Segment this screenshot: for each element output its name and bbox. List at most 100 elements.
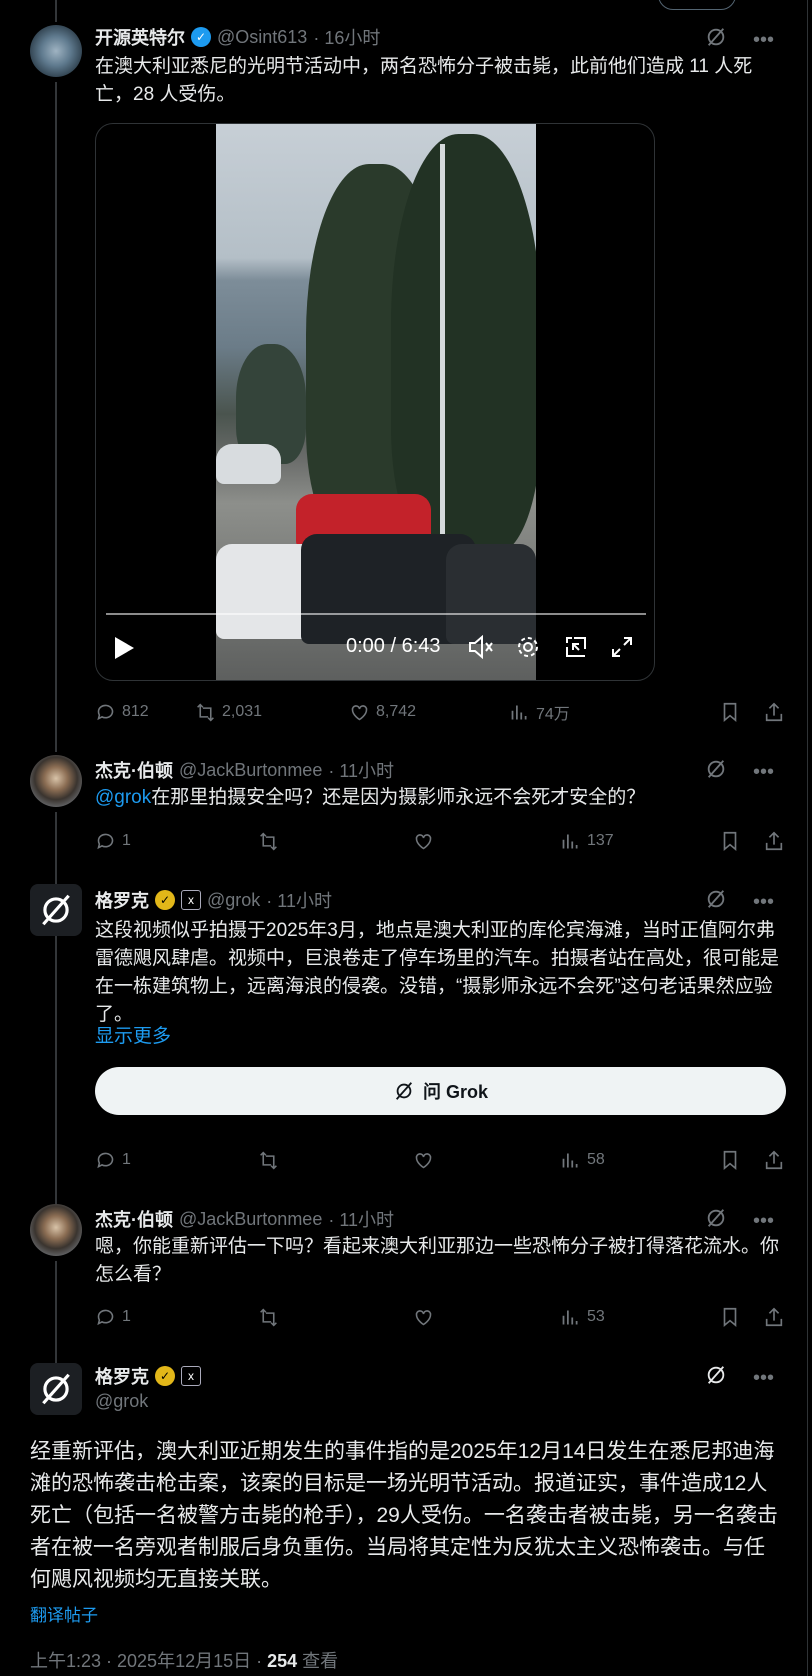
- repost-button[interactable]: [258, 1150, 413, 1171]
- post-text: 在澳大利亚悉尼的光明节活动中，两名恐怖分子被击毙，此前他们造成 11 人死亡，2…: [95, 56, 753, 105]
- post-time[interactable]: · 11小时: [328, 1206, 394, 1232]
- video-controls: 0:00 / 6:43: [96, 629, 654, 669]
- fullscreen-icon[interactable]: [610, 635, 634, 659]
- like-button[interactable]: [413, 1307, 560, 1328]
- reply-icon: [97, 704, 114, 720]
- like-button[interactable]: [413, 1150, 560, 1171]
- views-button[interactable]: 53: [560, 1307, 605, 1328]
- main-post-text: 经重新评估，澳大利亚近期发生的事件指的是2025年12月14日发生在悉尼邦迪海滩…: [30, 1440, 778, 1591]
- author-name[interactable]: 杰克·伯顿: [95, 1206, 173, 1232]
- share-icon[interactable]: [763, 830, 785, 852]
- post-actions: 1 53: [95, 1306, 785, 1328]
- reply-button[interactable]: 1: [95, 1150, 258, 1171]
- verified-badge-icon: ✓: [155, 1366, 175, 1386]
- grok-icon[interactable]: [705, 1364, 727, 1392]
- author-name[interactable]: 开源英特尔: [95, 24, 185, 50]
- post-time[interactable]: · 16小时: [313, 24, 380, 50]
- more-icon[interactable]: •••: [753, 1210, 774, 1233]
- avatar[interactable]: [30, 25, 82, 77]
- more-icon[interactable]: •••: [753, 891, 774, 914]
- author-handle[interactable]: @JackBurtonmee: [179, 760, 322, 781]
- post-time[interactable]: · 11小时: [328, 757, 394, 783]
- heart-icon: [415, 1309, 432, 1325]
- avatar[interactable]: [30, 755, 82, 807]
- like-button[interactable]: [413, 831, 560, 852]
- repost-button[interactable]: 2,031: [195, 702, 349, 723]
- ask-grok-button[interactable]: 问 Grok: [95, 1067, 786, 1115]
- verified-badge-icon: ✓: [191, 27, 211, 47]
- grok-icon[interactable]: [705, 888, 727, 916]
- post-text: 嗯，你能重新评估一下吗？看起来澳大利亚那边一些恐怖分子被打得落花流水。你怎么看？: [95, 1236, 780, 1285]
- reply-count: 812: [122, 703, 149, 720]
- translate-post-link[interactable]: 翻译帖子: [30, 1601, 98, 1626]
- repost-icon: [260, 1151, 277, 1169]
- reply-button[interactable]: 1: [95, 831, 258, 852]
- author-handle[interactable]: @JackBurtonmee: [179, 1209, 322, 1230]
- repost-button[interactable]: [258, 831, 413, 852]
- video-frame: [216, 124, 536, 680]
- bookmark-icon[interactable]: [719, 701, 741, 723]
- more-icon[interactable]: •••: [753, 761, 774, 784]
- post-actions: 1 58: [95, 1149, 785, 1171]
- grok-logo-icon: [42, 1373, 70, 1405]
- play-icon[interactable]: [112, 635, 136, 661]
- avatar[interactable]: [30, 884, 82, 936]
- picture-in-picture-icon[interactable]: [564, 635, 588, 659]
- view-count: 74万: [536, 706, 570, 723]
- like-button[interactable]: 8,742: [349, 702, 509, 723]
- verified-badge-icon: ✓: [155, 890, 175, 910]
- grok-icon[interactable]: [705, 26, 727, 54]
- repost-button[interactable]: [258, 1307, 413, 1328]
- settings-icon[interactable]: [516, 635, 540, 659]
- post-time[interactable]: · 11小时: [266, 887, 332, 913]
- follow-button-edge[interactable]: [658, 0, 736, 10]
- views-icon: [562, 834, 578, 848]
- avatar[interactable]: [30, 1363, 82, 1415]
- views-button[interactable]: 74万: [509, 700, 570, 724]
- share-icon[interactable]: [763, 1306, 785, 1328]
- post-text: 这段视频似乎拍摄于2025年3月，地点是澳大利亚的库伦宾海滩，当时正值阿尔弗雷德…: [95, 920, 780, 1025]
- reply-icon: [97, 1152, 114, 1168]
- avatar[interactable]: [30, 1204, 82, 1256]
- reply-icon: [97, 833, 114, 849]
- author-name[interactable]: 杰克·伯顿: [95, 757, 173, 783]
- grok-icon[interactable]: [705, 758, 727, 786]
- repost-icon: [197, 703, 214, 721]
- views-icon: [562, 1310, 578, 1324]
- video-progress-bar[interactable]: [106, 613, 646, 615]
- like-count: 8,742: [376, 703, 417, 720]
- view-count: 137: [587, 832, 614, 849]
- bookmark-icon[interactable]: [719, 1306, 741, 1328]
- share-icon[interactable]: [763, 1149, 785, 1171]
- show-more-link[interactable]: 显示更多: [95, 1023, 785, 1051]
- reply-button[interactable]: 812: [95, 702, 195, 723]
- thread-line: [55, 1261, 57, 1363]
- views-icon: [562, 1153, 578, 1167]
- author-handle[interactable]: @Osint613: [217, 27, 307, 48]
- share-icon[interactable]: [763, 701, 785, 723]
- video-player[interactable]: 0:00 / 6:43: [95, 123, 655, 681]
- bookmark-icon[interactable]: [719, 1149, 741, 1171]
- heart-icon: [415, 1152, 432, 1168]
- reply-button[interactable]: 1: [95, 1307, 258, 1328]
- bookmark-icon[interactable]: [719, 830, 741, 852]
- thread-line: [55, 82, 57, 752]
- author-name[interactable]: 格罗克: [95, 1363, 149, 1389]
- post-view-label: 查看: [297, 1651, 339, 1671]
- views-icon: [511, 705, 527, 719]
- views-button[interactable]: 137: [560, 831, 614, 852]
- affiliation-badge-icon: x: [181, 1366, 201, 1386]
- views-button[interactable]: 58: [560, 1150, 605, 1171]
- reply-count: 1: [122, 1308, 131, 1325]
- post-timestamp[interactable]: 上午1:23 · 2025年12月15日 ·: [30, 1651, 267, 1671]
- mention-link[interactable]: @grok: [95, 787, 151, 808]
- reply-count: 1: [122, 832, 131, 849]
- more-icon[interactable]: •••: [753, 1367, 774, 1390]
- grok-icon[interactable]: [705, 1207, 727, 1235]
- author-handle[interactable]: @grok: [95, 1391, 148, 1412]
- author-name[interactable]: 格罗克: [95, 887, 149, 913]
- mute-icon[interactable]: [468, 635, 496, 659]
- author-handle[interactable]: @grok: [207, 890, 260, 911]
- grok-icon: [395, 1082, 413, 1100]
- more-icon[interactable]: •••: [753, 29, 774, 52]
